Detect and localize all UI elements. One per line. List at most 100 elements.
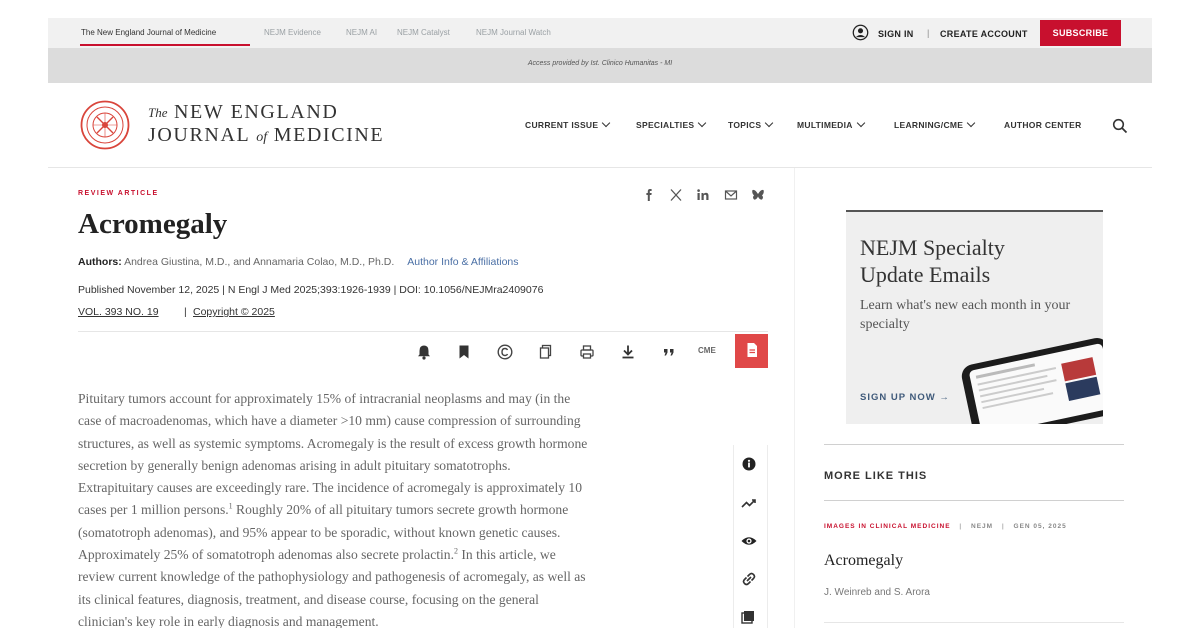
body-line: Pituitary tumors account for approximate… [78,388,698,410]
tools-divider [78,331,768,332]
download-icon[interactable] [619,343,637,361]
related-article-meta: IMAGES IN CLINICAL MEDICINE | NEJM | GEN… [824,523,1067,530]
body-line-text: its clinical features, diagnosis, treatm… [78,591,539,607]
nav-specialties[interactable]: SPECIALTIES [636,118,707,134]
related-article-category[interactable]: IMAGES IN CLINICAL MEDICINE [824,523,951,530]
logo-of: of [256,130,268,145]
topbar-separator: | [927,28,930,38]
copy-icon[interactable] [537,343,555,361]
nav-author-center[interactable]: AUTHOR CENTER [1004,120,1082,134]
body-line-text: cases per 1 million persons. [78,502,229,518]
active-tab-indicator [80,44,250,46]
alert-bell-icon[interactable] [415,343,433,361]
tab-nejm-ai[interactable]: NEJM AI [346,28,377,37]
view-eye-icon[interactable] [734,526,764,556]
nav-label: TOPICS [728,120,762,130]
related-article-date: GEN 05, 2025 [1013,523,1067,530]
tab-nejm[interactable]: The New England Journal of Medicine [81,28,216,37]
volume-link[interactable]: VOL. 393 NO. 19 [78,306,159,318]
nejm-seal-logo[interactable] [80,100,130,150]
body-line-text: Pituitary tumors account for approximate… [78,391,571,406]
chevron-down-icon [856,118,865,128]
tab-nejm-evidence[interactable]: NEJM Evidence [264,28,321,37]
chevron-down-icon [967,118,976,128]
cite-quote-icon[interactable] [660,343,678,361]
nav-label: AUTHOR CENTER [1004,120,1082,130]
nav-label: CURRENT ISSUE [525,120,599,130]
logo-journal: JOURNAL [148,124,250,146]
body-line: cases per 1 million persons.1 Roughly 20… [78,499,698,521]
tab-nejm-catalyst[interactable]: NEJM Catalyst [397,28,450,37]
body-line-text: clinician's key role in early diagnosis … [78,613,379,628]
x-share-icon[interactable] [669,188,683,202]
nav-label: LEARNING/CME [894,120,964,130]
linkedin-share-icon[interactable] [696,188,710,202]
article-title: Acromegaly [78,208,228,240]
body-line-text: Roughly 20% of all pituitary tumors secr… [232,502,569,518]
more-like-this-heading: MORE LIKE THIS [824,470,928,482]
related-article-journal: NEJM [971,523,994,530]
body-line-text: In this article, we [458,547,556,563]
related-article-title[interactable]: Acromegaly [824,552,903,570]
sign-up-now-link[interactable]: SIGN UP NOW → [860,392,950,403]
nav-learning-cme[interactable]: LEARNING/CME [894,118,976,134]
logo-line-2: JOURNAL of MEDICINE [148,124,384,147]
cme-button[interactable]: CME [698,346,716,355]
metrics-trend-icon[interactable] [734,488,764,518]
side-tools-border [767,445,768,628]
article-body: Pituitary tumors account for approximate… [78,388,698,628]
article-authors: Authors: Andrea Giustina, M.D., and Anna… [78,256,519,268]
meta-separator: | [1001,523,1005,530]
access-strip: Access provided by Ist. Clinico Humanita… [48,48,1152,83]
volume-separator: | [184,306,187,318]
chevron-down-icon [765,118,774,128]
create-account-link[interactable]: CREATE ACCOUNT [940,29,1028,39]
permissions-icon[interactable] [496,343,514,361]
copyright-link[interactable]: Copyright © 2025 [193,306,275,318]
sign-in-link[interactable]: SIGN IN [878,29,914,39]
publication-info: Published November 12, 2025 | N Engl J M… [78,284,544,296]
pdf-icon [747,342,757,357]
info-icon[interactable] [734,449,764,479]
ad-subtitle: Learn what's new each month in your spec… [860,298,1071,332]
more-like-this-divider [824,500,1124,501]
subscribe-button[interactable]: SUBSCRIBE [1040,20,1121,46]
related-article-authors: J. Weinreb and S. Arora [824,587,930,598]
bookmark-icon[interactable] [455,343,473,361]
nav-current-issue[interactable]: CURRENT ISSUE [525,118,611,134]
author-info-link[interactable]: Author Info & Affiliations [407,256,518,268]
ad-title: NEJM Specialty Update Emails [860,235,1005,287]
bluesky-share-icon[interactable] [751,188,765,202]
nav-topics[interactable]: TOPICS [728,118,774,134]
article-type-label: REVIEW ARTICLE [78,190,159,197]
body-line: Extrapituitary causes are exceedingly ra… [78,477,698,499]
figures-icon[interactable] [734,602,764,628]
facebook-share-icon[interactable] [642,188,656,202]
pdf-download-button[interactable] [735,334,768,368]
tab-nejm-journal-watch[interactable]: NEJM Journal Watch [476,28,551,37]
body-line: (somatotroph adenomas), and 95% appear t… [78,522,698,544]
body-line: its clinical features, diagnosis, treatm… [78,589,698,611]
body-line: review current knowledge of the pathophy… [78,566,698,588]
specialty-emails-ad[interactable]: NEJM Specialty Update Emails Learn what'… [846,210,1103,424]
email-share-icon[interactable] [724,188,738,202]
column-divider [794,168,795,628]
body-line-text: (somatotroph adenomas), and 95% appear t… [78,524,561,540]
body-line-text: Extrapituitary causes are exceedingly ra… [78,480,583,496]
body-line-text: case of macroadenomas, which have a diam… [78,413,581,429]
nav-multimedia[interactable]: MULTIMEDIA [797,118,865,134]
authors-names[interactable]: Andrea Giustina, M.D., and Annamaria Col… [124,256,394,268]
print-icon[interactable] [578,343,596,361]
link-icon[interactable] [734,564,764,594]
related-article-divider [824,622,1124,623]
body-line-text: review current knowledge of the pathophy… [78,569,586,585]
search-icon[interactable] [1112,118,1128,134]
body-line-text: Approximately 25% of somatotroph adenoma… [78,547,454,563]
user-icon[interactable] [852,24,869,41]
logo-the: The [148,105,168,120]
logo-medicine: MEDICINE [273,124,385,146]
body-line-text: secretion by generally benign adenomas a… [78,457,511,473]
body-line: case of macroadenomas, which have a diam… [78,410,698,432]
header-divider [48,167,1152,168]
meta-separator: | [959,523,963,530]
